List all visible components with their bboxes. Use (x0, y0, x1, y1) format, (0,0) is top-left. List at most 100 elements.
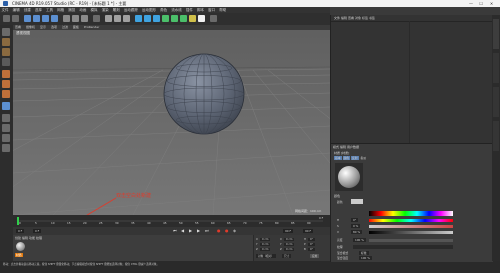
current-frame-field[interactable]: 0 F (33, 229, 42, 233)
axis-mode-icon[interactable] (2, 102, 10, 110)
menu-pipeline[interactable]: 流水线 (171, 8, 182, 12)
menu-window[interactable]: 窗口 (208, 8, 215, 12)
material-swatch-label[interactable]: 材质 (15, 253, 23, 257)
pen-icon[interactable] (144, 15, 151, 22)
viewport-menu-view[interactable]: 查看 (15, 25, 21, 29)
menu-tools[interactable]: 工具 (46, 8, 53, 12)
camera-icon[interactable] (189, 15, 196, 22)
menu-mograph[interactable]: 运动图形 (142, 8, 156, 12)
points-mode-icon[interactable] (2, 70, 10, 78)
attr-subtab-assign[interactable]: 指派 (360, 156, 368, 160)
viewport-menu-cameras[interactable]: 摄像机 (26, 25, 35, 29)
material-menu-texture[interactable]: 纹理 (36, 236, 42, 240)
close-button[interactable]: ✕ (487, 0, 496, 7)
viewport-menu-panel[interactable]: 面板 (73, 25, 79, 29)
objmgr-menu-tags[interactable]: 标签 (362, 16, 368, 20)
axis-x-icon[interactable] (63, 15, 70, 22)
menu-motion-tracker[interactable]: 运动跟踪 (124, 8, 138, 12)
objmgr-menu-bookmarks[interactable]: 书签 (369, 16, 375, 20)
menu-animate[interactable]: 动画 (79, 8, 86, 12)
render-picture-viewer-icon[interactable] (114, 15, 121, 22)
menu-select[interactable]: 选择 (35, 8, 42, 12)
cube-icon[interactable] (135, 15, 142, 22)
brightness-slider[interactable] (369, 239, 453, 242)
array-icon[interactable] (162, 15, 169, 22)
color-swatch[interactable] (351, 199, 363, 204)
menu-help[interactable]: 帮助 (219, 8, 226, 12)
make-editable-icon[interactable] (2, 28, 10, 36)
brightness-field[interactable]: 100 % (353, 238, 366, 242)
next-frame-icon[interactable]: ▶ (197, 228, 200, 233)
tweak-mode-icon[interactable] (2, 114, 10, 122)
render-settings-icon[interactable] (123, 15, 130, 22)
rotate-icon[interactable] (51, 15, 58, 22)
attr-tab-edit[interactable]: 编辑 (340, 145, 346, 149)
attr-subtab-reflectance[interactable]: 反射 (351, 156, 359, 160)
objmgr-menu-file[interactable]: 文件 (334, 16, 340, 20)
live-select-icon[interactable] (24, 15, 31, 22)
menu-mesh[interactable]: 网格 (57, 8, 64, 12)
deformer-icon[interactable] (171, 15, 178, 22)
viewport-menu-filter[interactable]: 过滤 (62, 25, 68, 29)
rotation-p-field[interactable]: 0° (308, 243, 315, 246)
mix-mode-dropdown[interactable]: 标准 (359, 251, 369, 255)
viewport-menu-prorender[interactable]: ProRender (84, 25, 99, 29)
viewport-menu-display[interactable]: 显示 (40, 25, 46, 29)
minimize-button[interactable]: — (466, 0, 475, 7)
menu-render[interactable]: 渲染 (102, 8, 109, 12)
position-y-field[interactable]: 0 cm (260, 243, 271, 246)
content-browser-tab[interactable] (493, 87, 499, 117)
menu-simulate[interactable]: 模拟 (91, 8, 98, 12)
undo-icon[interactable] (3, 15, 10, 22)
solo-icon[interactable] (2, 124, 10, 132)
snap-icon[interactable] (210, 15, 217, 22)
lock-workplane-icon[interactable] (2, 144, 10, 152)
menu-script[interactable]: 脚本 (197, 8, 204, 12)
hue-slider[interactable] (369, 219, 453, 222)
material-menu-edit[interactable]: 编辑 (22, 236, 28, 240)
texture-mode-icon[interactable] (2, 48, 10, 56)
end-frame-field[interactable]: 90 F (283, 229, 294, 233)
size-x-field[interactable]: 0 cm (284, 238, 295, 241)
objects-tab[interactable] (493, 19, 499, 49)
subdivision-icon[interactable] (153, 15, 160, 22)
apply-button[interactable]: 应用 (310, 254, 320, 258)
polygons-mode-icon[interactable] (2, 90, 10, 98)
maximize-button[interactable]: ☐ (477, 0, 486, 7)
play-icon[interactable]: ▶ (189, 228, 192, 233)
color-spectrum[interactable] (369, 211, 453, 216)
autokey-icon[interactable]: ● (225, 228, 229, 233)
workplane-icon[interactable] (2, 58, 10, 66)
value-slider[interactable] (369, 231, 453, 234)
timeline-ruler[interactable]: 0 5 10 15 20 25 30 35 40 45 50 55 60 65 … (13, 215, 330, 227)
position-x-field[interactable]: 0 cm (260, 238, 271, 241)
go-to-start-icon[interactable]: ⏮ (173, 228, 177, 233)
value-field[interactable]: 80 % (351, 230, 363, 234)
attr-tab-userdata[interactable]: 用户数据 (347, 145, 359, 149)
size-mode-dropdown[interactable]: 尺寸 (282, 254, 292, 258)
object-manager[interactable]: 文件 编辑 查看 对象 标签 书签 (330, 15, 493, 143)
preview-end-field[interactable]: 90 F (303, 229, 314, 233)
coordinate-system-icon[interactable] (93, 15, 100, 22)
rotation-b-field[interactable]: 0° (308, 248, 315, 251)
keyframe-icon[interactable]: ◆ (233, 228, 236, 233)
scale-icon[interactable] (42, 15, 49, 22)
size-y-field[interactable]: 0 cm (284, 243, 295, 246)
redo-icon[interactable] (12, 15, 19, 22)
hue-field[interactable]: 0° (351, 218, 359, 222)
go-to-end-icon[interactable]: ⏭ (205, 228, 209, 233)
menu-file[interactable]: 文件 (2, 8, 9, 12)
environment-icon[interactable] (180, 15, 187, 22)
attr-subtab-basic[interactable]: 基本 (334, 156, 342, 160)
mix-strength-field[interactable]: 100 % (359, 256, 372, 260)
record-icon[interactable]: ● (217, 228, 221, 233)
menu-edit[interactable]: 编辑 (13, 8, 20, 12)
saturation-field[interactable]: 0 % (351, 224, 361, 228)
perspective-viewport[interactable] (13, 25, 330, 215)
edges-mode-icon[interactable] (2, 80, 10, 88)
objmgr-menu-objects[interactable]: 对象 (355, 16, 361, 20)
snap-toggle-icon[interactable] (2, 134, 10, 142)
takes-tab[interactable] (493, 53, 499, 83)
move-icon[interactable] (33, 15, 40, 22)
model-mode-icon[interactable] (2, 38, 10, 46)
